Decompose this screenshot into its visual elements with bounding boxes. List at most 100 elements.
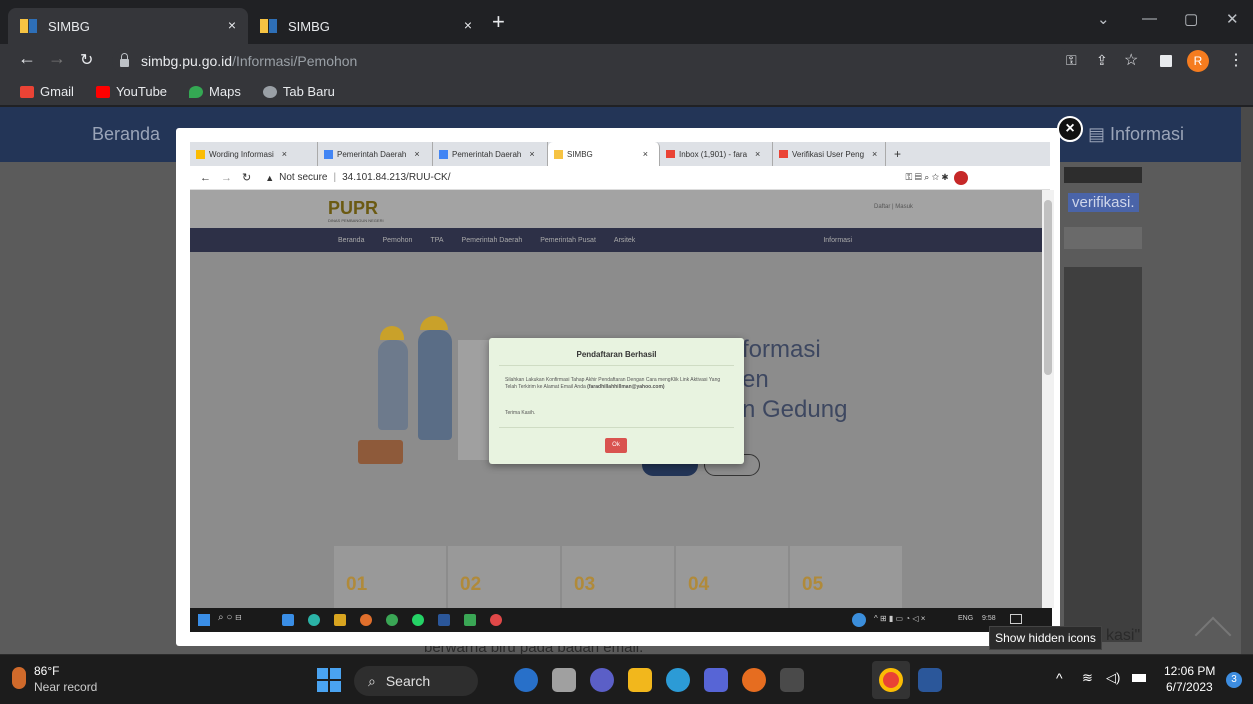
inner-tab-close-icon[interactable]: × <box>529 149 534 159</box>
share-icon[interactable]: ⇪ <box>1096 52 1108 69</box>
drive-icon <box>196 149 205 159</box>
bookmark-tab-baru[interactable]: Tab Baru <box>262 84 335 99</box>
inner-nav-informasi[interactable]: Informasi <box>823 237 852 244</box>
bg-screenshot-toolbar <box>1064 227 1142 249</box>
inner-nav-beranda[interactable]: Beranda <box>338 237 364 244</box>
star-icon[interactable]: ☆ <box>1124 50 1138 70</box>
bookmark-gmail[interactable]: Gmail <box>20 84 74 99</box>
notification-badge[interactable]: 3 <box>1226 672 1242 688</box>
menu-icon[interactable]: ⋮ <box>1228 50 1244 70</box>
firefox-icon[interactable] <box>742 668 766 692</box>
chrome-icon[interactable] <box>879 668 903 692</box>
sidepanel-icon[interactable] <box>1160 55 1172 67</box>
feature-card[interactable]: 04 <box>676 546 788 608</box>
modal-message: Silahkan Lakukan Konfirmasi Tahap Akhir … <box>505 377 730 391</box>
inner-new-tab-button[interactable]: + <box>894 147 901 161</box>
inner-tab-inbox[interactable]: Inbox (1,901) - fara × <box>660 142 773 166</box>
inner-app-icon <box>490 614 502 626</box>
show-hidden-icons-tooltip: Show hidden icons <box>989 626 1102 650</box>
inner-nav-pemohon[interactable]: Pemohon <box>382 237 412 244</box>
inner-profile-avatar[interactable] <box>954 170 969 185</box>
modal-ok-button[interactable]: Ok <box>605 438 627 453</box>
inner-tab-close-icon[interactable]: × <box>872 149 877 159</box>
tab-close-icon[interactable]: × <box>464 17 472 33</box>
lightbox-close-icon[interactable]: × <box>1057 116 1083 142</box>
edge-icon[interactable] <box>666 668 690 692</box>
inner-app-icon <box>308 614 320 626</box>
inner-reload-icon[interactable]: ↻ <box>242 171 251 184</box>
inner-url[interactable]: 34.101.84.213/RUU-CK/ <box>342 172 450 183</box>
inner-tab-close-icon[interactable]: × <box>414 149 419 159</box>
weather-desc[interactable]: Near record <box>34 680 97 694</box>
feature-card[interactable]: 05 <box>790 546 902 608</box>
restore-icon[interactable]: ▢ <box>1184 10 1198 28</box>
inner-nav-pemda[interactable]: Pemerintah Daerah <box>462 237 523 244</box>
inner-nav-pempus[interactable]: Pemerintah Pusat <box>540 237 596 244</box>
inner-app-icon <box>464 614 476 626</box>
windows-start-icon[interactable] <box>317 668 341 692</box>
tab-close-icon[interactable]: × <box>228 17 236 33</box>
inner-tab-close-icon[interactable]: × <box>755 149 760 159</box>
feature-card[interactable]: 01 <box>334 546 446 608</box>
reload-icon[interactable]: ↻ <box>80 50 93 70</box>
show-hidden-icons-button[interactable]: ^ <box>1056 670 1063 686</box>
inner-tab-verifikasi[interactable]: Verifikasi User Peng × <box>773 142 886 166</box>
workers-illustration <box>358 316 508 470</box>
url-host: simbg.pu.go.id <box>141 53 233 69</box>
modal-divider <box>499 427 734 428</box>
inner-tab-pemda-2[interactable]: Pemerintah Daerah × <box>433 142 548 166</box>
scroll-to-top-icon[interactable] <box>1194 616 1232 654</box>
close-window-icon[interactable]: ✕ <box>1226 10 1239 28</box>
inner-forward-icon[interactable]: → <box>221 172 232 184</box>
tab-search-dropdown-icon[interactable]: ⌄ <box>1097 10 1110 28</box>
word-icon[interactable] <box>918 668 942 692</box>
page-scrollbar[interactable] <box>1241 107 1253 654</box>
back-arrow-icon[interactable]: ← <box>18 48 36 69</box>
taskbar-time[interactable]: 12:06 PM <box>1164 664 1215 678</box>
store-icon[interactable] <box>780 668 804 692</box>
tab-simbg[interactable]: SIMBG × <box>248 8 484 44</box>
inner-header: PUPR DINAS PEMBANGUN NEGERI Daftar | Mas… <box>190 190 1042 228</box>
nav-informasi[interactable]: ▤ Informasi <box>1088 124 1184 145</box>
wifi-icon[interactable]: ≋ <box>1082 670 1093 686</box>
bookmark-maps[interactable]: Maps <box>189 84 241 99</box>
inner-nav-tpa[interactable]: TPA <box>430 237 443 244</box>
tab-simbg-active[interactable]: SIMBG × <box>8 8 248 44</box>
inner-tab-wording[interactable]: Wording Informasi × <box>190 142 318 166</box>
battery-icon[interactable] <box>1132 674 1146 682</box>
forward-arrow-icon[interactable]: → <box>48 48 66 69</box>
new-tab-button[interactable]: + <box>492 11 505 33</box>
inner-scrollbar-thumb[interactable] <box>1044 200 1052 375</box>
profile-avatar[interactable]: R <box>1187 50 1209 72</box>
feature-card[interactable]: 03 <box>562 546 674 608</box>
file-explorer-icon[interactable] <box>628 668 652 692</box>
bookmark-youtube[interactable]: YouTube <box>95 84 167 99</box>
taskbar-app-icon[interactable] <box>514 668 538 692</box>
taskbar-date[interactable]: 6/7/2023 <box>1166 680 1213 694</box>
inner-nav-arsitek[interactable]: Arsitek <box>614 237 635 244</box>
chrome-icon <box>262 85 277 98</box>
minimize-icon[interactable]: — <box>1142 10 1157 27</box>
inner-tray-time: 9:58 <box>982 615 996 622</box>
inner-tab-pemda-1[interactable]: Pemerintah Daerah × <box>318 142 433 166</box>
address-bar[interactable]: simbg.pu.go.id /Informasi/Pemohon <box>112 48 1072 74</box>
chat-icon[interactable] <box>590 668 614 692</box>
inner-notification-icon <box>1010 614 1022 624</box>
inner-tab-simbg[interactable]: SIMBG × <box>548 142 660 166</box>
key-icon[interactable]: ⚿ <box>1066 52 1077 69</box>
weather-temp[interactable]: 86°F <box>34 664 59 678</box>
inner-tab-close-icon[interactable]: × <box>643 149 648 159</box>
feature-card[interactable]: 02 <box>448 546 560 608</box>
inner-taskbar: ⌕ ○ ⊟ ^ ⊞ ▮ ▭ ◔ ◁ × ENG 9:58 <box>190 608 1052 632</box>
card-number: 04 <box>688 574 710 595</box>
taskbar-search[interactable]: ⌕ Search <box>354 666 478 696</box>
volume-icon[interactable]: ◁) <box>1106 670 1120 686</box>
header-links[interactable]: Daftar | Masuk <box>874 204 913 210</box>
taskbar-app-icon[interactable] <box>704 668 728 692</box>
weather-icon[interactable] <box>12 667 26 689</box>
inner-app-icon <box>386 614 398 626</box>
task-view-icon[interactable] <box>552 668 576 692</box>
inner-back-icon[interactable]: ← <box>200 172 211 184</box>
nav-beranda[interactable]: Beranda <box>92 124 160 145</box>
inner-tab-close-icon[interactable]: × <box>282 149 287 159</box>
